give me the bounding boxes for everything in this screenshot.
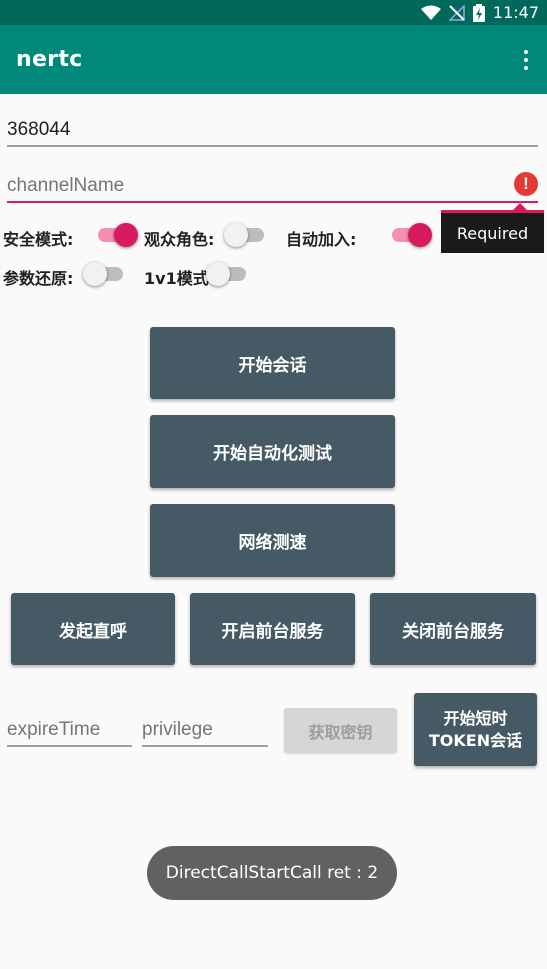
- get-key-label: 获取密钥: [308, 722, 373, 742]
- start-short-token-label-line1: 开始短时: [443, 708, 508, 728]
- start-short-token-call-button[interactable]: 开始短时 TOKEN会话: [414, 693, 537, 766]
- status-time: 11:47: [492, 3, 539, 22]
- expire-time-input[interactable]: [7, 716, 131, 744]
- stop-foreground-service-button[interactable]: 关闭前台服务: [370, 593, 536, 665]
- error-tooltip: Required: [441, 210, 544, 253]
- secure-mode-label: 安全模式:: [3, 230, 74, 249]
- status-icons: 11:47: [420, 0, 539, 25]
- secure-mode-switch[interactable]: [92, 221, 138, 249]
- toast-text: DirectCallStartCall ret : 2: [165, 863, 379, 883]
- start-foreground-service-label: 开启前台服务: [221, 621, 324, 642]
- battery-charging-icon: [472, 3, 485, 22]
- app-screen: 11:47 nertc ! Required 安全模式: 观众角色: 自动加入:…: [0, 0, 547, 969]
- network-speed-button[interactable]: 网络测速: [150, 504, 395, 577]
- error-tooltip-arrow: [513, 203, 527, 210]
- expire-time-underline: [7, 745, 132, 747]
- get-key-button[interactable]: 获取密钥: [284, 708, 397, 753]
- direct-call-button[interactable]: 发起直呼: [11, 593, 175, 665]
- stop-foreground-service-label: 关闭前台服务: [402, 621, 504, 642]
- param-restore-label: 参数还原:: [3, 269, 74, 288]
- privilege-input[interactable]: [142, 716, 266, 744]
- one-v-one-switch[interactable]: [206, 260, 250, 288]
- start-call-label: 开始会话: [238, 355, 307, 376]
- room-id-input[interactable]: [7, 116, 527, 144]
- privilege-underline: [142, 745, 268, 747]
- param-restore-switch[interactable]: [83, 260, 127, 288]
- channel-name-input[interactable]: [7, 172, 507, 200]
- start-short-token-label-line2: TOKEN会话: [428, 730, 523, 750]
- channel-name-underline: [7, 201, 538, 203]
- app-title: nertc: [16, 47, 83, 72]
- start-foreground-service-button[interactable]: 开启前台服务: [190, 593, 355, 665]
- status-bar: 11:47: [0, 0, 547, 25]
- more-vert-icon[interactable]: [513, 45, 539, 75]
- no-signal-icon: [448, 4, 465, 21]
- direct-call-label: 发起直呼: [59, 621, 127, 642]
- auto-join-switch[interactable]: [386, 221, 432, 249]
- audience-role-switch[interactable]: [224, 221, 268, 249]
- error-icon: !: [514, 172, 538, 196]
- error-tooltip-text: Required: [456, 223, 529, 243]
- start-auto-test-button[interactable]: 开始自动化测试: [150, 415, 395, 488]
- one-v-one-label: 1v1模式: [144, 269, 209, 288]
- room-id-underline: [7, 145, 538, 147]
- auto-join-label: 自动加入:: [286, 230, 357, 249]
- start-auto-test-label: 开始自动化测试: [213, 444, 332, 464]
- toast-message: DirectCallStartCall ret : 2: [147, 846, 397, 900]
- audience-role-label: 观众角色:: [144, 230, 215, 249]
- app-bar: nertc: [0, 25, 547, 94]
- start-call-button[interactable]: 开始会话: [150, 327, 395, 399]
- wifi-icon: [420, 5, 441, 20]
- network-speed-label: 网络测速: [238, 533, 307, 553]
